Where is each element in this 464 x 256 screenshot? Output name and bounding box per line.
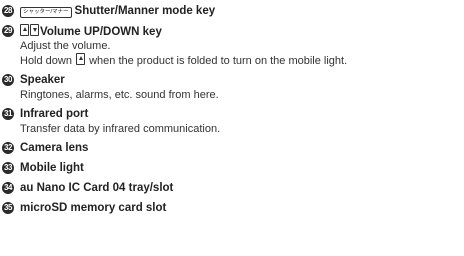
list-item: 34 au Nano IC Card 04 tray/slot [2, 180, 462, 196]
list-item: 28 シャッター/マナー Shutter/Manner mode key [2, 3, 462, 19]
volume-up-key-icon [76, 53, 86, 65]
item-number-badge: 33 [2, 162, 14, 174]
list-item: 32 Camera lens [2, 140, 462, 156]
item-number-badge: 29 [2, 25, 14, 37]
item-title: au Nano IC Card 04 tray/slot [20, 182, 174, 194]
item-title: Mobile light [20, 162, 84, 174]
item-title: シャッター/マナー Shutter/Manner mode key [20, 5, 215, 18]
volume-up-key-icon [20, 24, 29, 36]
list-item: 33 Mobile light [2, 160, 462, 176]
list-item: 31 Infrared port Transfer data by infrar… [2, 106, 462, 136]
item-title: Infrared port [20, 108, 89, 120]
item-title: Camera lens [20, 142, 89, 154]
item-number-badge: 34 [2, 182, 14, 194]
item-description: Hold down when the product is folded to … [20, 53, 348, 67]
item-description: Ringtones, alarms, etc. sound from here. [20, 89, 219, 101]
item-title: Speaker [20, 74, 65, 86]
shutter-manner-key-icon: シャッター/マナー [20, 6, 72, 18]
item-description: Adjust the volume. [20, 40, 111, 52]
list-item: 35 microSD memory card slot [2, 200, 462, 216]
item-number-badge: 28 [2, 5, 14, 17]
item-title: Volume UP/DOWN key [20, 24, 162, 38]
item-title: microSD memory card slot [20, 202, 167, 214]
item-number-badge: 31 [2, 108, 14, 120]
volume-down-key-icon [30, 24, 39, 36]
list-item: 30 Speaker Ringtones, alarms, etc. sound… [2, 72, 462, 102]
item-number-badge: 30 [2, 74, 14, 86]
item-number-badge: 32 [2, 142, 14, 154]
parts-description-list: 28 シャッター/マナー Shutter/Manner mode key 29 V… [2, 3, 462, 220]
item-description: Transfer data by infrared communication. [20, 123, 221, 135]
list-item: 29 Volume UP/DOWN key Adjust the volume.… [2, 23, 462, 68]
item-number-badge: 35 [2, 202, 14, 214]
